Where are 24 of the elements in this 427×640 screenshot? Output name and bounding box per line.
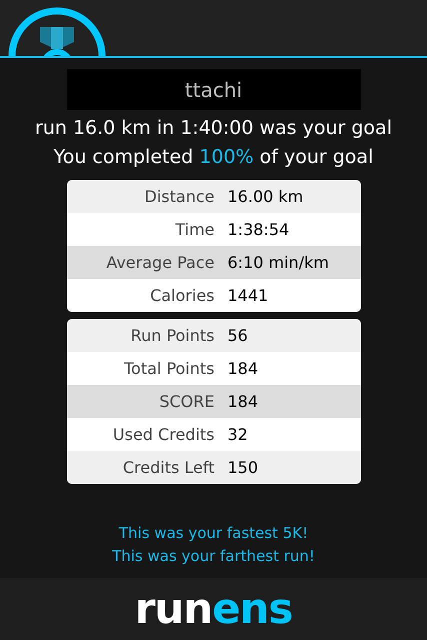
stat-value: 16.00 km — [228, 186, 304, 208]
stat-value: 184 — [228, 390, 258, 412]
stat-label: Used Credits — [112, 424, 214, 446]
stat-label: Average Pace — [105, 252, 214, 274]
stat-label: SCORE — [158, 390, 214, 412]
stat-value: 1441 — [228, 284, 268, 306]
completion-text: You completed 100% of your goal — [54, 145, 374, 170]
app-logo: runens — [134, 588, 292, 630]
stat-label: Calories — [149, 284, 214, 306]
stat-label: Credits Left — [122, 456, 214, 478]
stat-value: 184 — [228, 358, 258, 380]
user-name: ttachi — [66, 69, 360, 110]
stat-value: 1:38:54 — [228, 218, 290, 240]
stat-label: Distance — [144, 186, 214, 208]
goal-text: run 16.0 km in 1:40:00 was your goal — [35, 116, 392, 141]
achievement-text: This was your fastest 5K! — [118, 523, 308, 544]
achievement-text: This was your farthest run! — [112, 546, 315, 567]
stat-value: 6:10 min/km — [228, 252, 329, 274]
stat-label: Run Points — [130, 324, 214, 346]
stat-value: 56 — [228, 324, 248, 346]
stat-value: 150 — [228, 456, 258, 478]
stat-value: 32 — [228, 424, 248, 446]
stat-label: Time — [174, 218, 214, 240]
stat-label: Total Points — [122, 358, 214, 380]
